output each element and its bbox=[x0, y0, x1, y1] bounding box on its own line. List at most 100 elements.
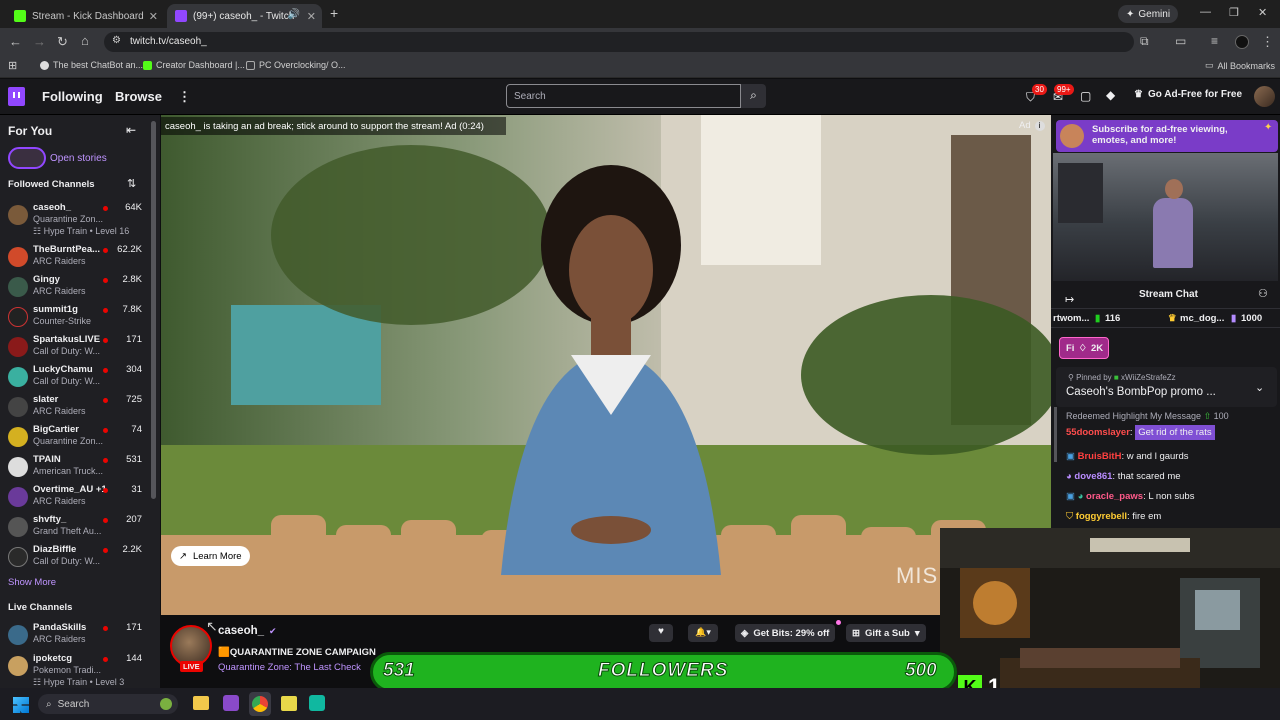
get-bits-button[interactable]: ◈ Get Bits: 29% off bbox=[735, 624, 836, 642]
chat-message: ◕ dove861: that scared me bbox=[1066, 471, 1181, 482]
twitch-logo-icon[interactable] bbox=[8, 87, 25, 106]
minimize-button[interactable]: — bbox=[1200, 6, 1211, 18]
redeem-line: Redeemed Highlight My Message ⇧ 100 bbox=[1066, 411, 1229, 421]
chat-message: ⛉ foggyrebell: fire em bbox=[1066, 511, 1162, 522]
bell-notify-icon[interactable]: 🔔▾ bbox=[688, 624, 718, 642]
sidebar-channel[interactable]: LuckyChamu Call of Duty: W... 304 bbox=[0, 362, 150, 392]
sidebar-channel[interactable]: ipoketcg Pokemon Tradi... 144 ☷ Hype Tra… bbox=[0, 651, 150, 687]
forward-arrow-icon[interactable]: → bbox=[33, 34, 46, 49]
nav-browse[interactable]: Browse bbox=[115, 89, 162, 104]
nav-following[interactable]: Following bbox=[42, 89, 103, 104]
reload-icon[interactable]: ↻ bbox=[57, 34, 68, 50]
app-icon[interactable] bbox=[223, 695, 239, 711]
hype-pill[interactable]: Fi ♢ 2K bbox=[1059, 337, 1109, 359]
chrome-taskbar-button[interactable] bbox=[249, 692, 271, 716]
live-dot bbox=[103, 308, 108, 313]
channel-name[interactable]: caseoh_ bbox=[218, 625, 264, 637]
gemini-button[interactable]: ✦ Gemini bbox=[1118, 5, 1179, 23]
close-tab-icon[interactable]: ✕ bbox=[149, 10, 158, 23]
sidebar-channel[interactable]: DiazBiffle Call of Duty: W... 2.2K bbox=[0, 542, 150, 572]
sidebar-channel[interactable]: slater ARC Raiders 725 bbox=[0, 392, 150, 422]
new-tab-button[interactable]: + bbox=[330, 5, 338, 21]
all-bookmarks[interactable]: ▭ All Bookmarks bbox=[1205, 60, 1275, 71]
browser-tab-bar: Stream - Kick Dashboard ✕ (99+) caseoh_ … bbox=[0, 0, 1280, 28]
more-menu-icon[interactable]: ⋮ bbox=[1261, 34, 1274, 50]
taskbar-search[interactable]: ⌕ Search bbox=[38, 694, 178, 714]
sort-icon[interactable]: ⇅ bbox=[127, 177, 136, 190]
windows-start-icon[interactable] bbox=[13, 697, 29, 713]
community-icon[interactable]: ⚇ bbox=[1258, 287, 1268, 300]
bits-icon: ▮ bbox=[1095, 313, 1101, 324]
pinned-message[interactable]: ⚲ Pinned by ■ xWiiZeStrafeZz Caseoh's Bo… bbox=[1056, 367, 1277, 407]
extensions-icon[interactable]: ⧉ bbox=[1140, 34, 1149, 49]
bookmark-pc-overclocking[interactable]: PC Overclocking/ O... bbox=[246, 60, 346, 70]
live-channels-heading: Live Channels bbox=[8, 602, 73, 613]
chat-scrollbar[interactable] bbox=[1054, 407, 1057, 462]
collapse-chat-icon[interactable]: ↦ bbox=[1065, 293, 1074, 306]
sidebar-channel[interactable]: PandaSkills ARC Raiders 171 bbox=[0, 620, 150, 650]
sidebar-channel[interactable]: summit1g Counter-Strike 7.8K bbox=[0, 302, 150, 332]
search-input[interactable]: Search bbox=[506, 84, 741, 108]
tab-twitch-caseoh[interactable]: (99+) caseoh_ - Twitch 🔊 ✕ bbox=[167, 4, 322, 28]
app-icon[interactable] bbox=[309, 695, 325, 711]
sidebar-channel[interactable]: TPAIN American Truck... 531 bbox=[0, 452, 150, 482]
cast-icon[interactable]: ▭ bbox=[1175, 34, 1186, 48]
stories-avatars[interactable] bbox=[8, 147, 46, 169]
heart-follow-icon[interactable]: ♥ bbox=[649, 624, 673, 642]
chevron-down-icon: ▾ bbox=[914, 627, 920, 639]
open-stories-link[interactable]: Open stories bbox=[50, 153, 107, 164]
url-field[interactable]: ⚙ twitch.tv/caseoh_ bbox=[104, 32, 1134, 52]
close-tab-icon[interactable]: ✕ bbox=[307, 10, 316, 23]
gift-sub-button[interactable]: ⊞ Gift a Sub ▾ bbox=[846, 624, 926, 642]
avatar bbox=[8, 367, 28, 387]
sidebar-channel[interactable]: shvfty_ Grand Theft Au... 207 bbox=[0, 512, 150, 542]
avatar bbox=[8, 205, 28, 225]
chevron-down-icon[interactable]: ⌄ bbox=[1255, 381, 1264, 394]
info-icon[interactable]: i bbox=[1034, 120, 1045, 131]
show-more-link[interactable]: Show More bbox=[8, 577, 56, 588]
sidebar-scrollbar[interactable] bbox=[151, 121, 156, 499]
ad-free-button[interactable]: ♛ Go Ad-Free for Free bbox=[1134, 89, 1242, 100]
sidebar-channel[interactable]: Gingy ARC Raiders 2.8K bbox=[0, 272, 150, 302]
file-explorer-icon[interactable] bbox=[193, 696, 209, 710]
media-icon[interactable]: ≡ bbox=[1211, 34, 1218, 48]
apps-grid-icon[interactable]: ⊞ bbox=[8, 59, 17, 72]
bookmark-creator-dashboard[interactable]: Creator Dashboard |... bbox=[143, 60, 245, 70]
ad-watermark: MIS bbox=[896, 563, 939, 588]
whispers-icon[interactable]: ▢ bbox=[1080, 89, 1091, 103]
tab-kick-dashboard[interactable]: Stream - Kick Dashboard ✕ bbox=[6, 4, 164, 28]
sidebar-channel[interactable]: SpartakusLIVE Call of Duty: W... 171 bbox=[0, 332, 150, 362]
more-dots-icon[interactable]: ⋮ bbox=[178, 89, 191, 105]
site-info-icon[interactable]: ⚙ bbox=[112, 35, 121, 46]
learn-more-button[interactable]: ↗ Learn More bbox=[171, 546, 250, 566]
sidebar-channel[interactable]: BigCartier Quarantine Zon... 74 bbox=[0, 422, 150, 452]
bookmark-favicon-icon bbox=[40, 60, 49, 70]
sticky-notes-icon[interactable] bbox=[281, 696, 297, 711]
gift-icon: ⊞ bbox=[852, 627, 860, 639]
close-window-button[interactable]: ✕ bbox=[1258, 6, 1267, 19]
video-player[interactable]: caseoh_ is taking an ad break; stick aro… bbox=[161, 115, 1051, 615]
ad-video-frame bbox=[161, 115, 1051, 615]
user-avatar[interactable] bbox=[1254, 86, 1275, 107]
search-button[interactable]: ⌕ bbox=[741, 84, 766, 108]
ad-break-notice: caseoh_ is taking an ad break; stick aro… bbox=[161, 117, 506, 135]
followers-current: 531 bbox=[383, 660, 416, 682]
home-icon[interactable]: ⌂ bbox=[81, 33, 89, 48]
live-badge: LIVE bbox=[180, 661, 203, 672]
speaker-icon[interactable]: 🔊 bbox=[288, 9, 300, 20]
avatar bbox=[8, 656, 28, 676]
subscribe-banner[interactable]: Subscribe for ad-free viewing, emotes, a… bbox=[1056, 120, 1278, 152]
bookmark-chatbot[interactable]: The best ChatBot an... bbox=[40, 60, 143, 70]
mini-player[interactable] bbox=[1053, 153, 1278, 281]
sidebar-channel[interactable]: Overtime_AU +1 ARC Raiders 31 bbox=[0, 482, 150, 512]
profile-avatar[interactable] bbox=[1235, 35, 1249, 49]
sidebar-channel[interactable]: caseoh_ Quarantine Zon... 64K ☷ Hype Tra… bbox=[0, 200, 150, 236]
search-icon: ⌕ bbox=[750, 88, 757, 102]
back-arrow-icon[interactable]: ← bbox=[9, 34, 22, 49]
stream-category[interactable]: Quarantine Zone: The Last Check bbox=[218, 662, 361, 673]
collapse-sidebar-icon[interactable]: ⇤ bbox=[126, 123, 136, 137]
bits-gem-icon[interactable]: ◆ bbox=[1106, 88, 1115, 102]
verified-icon: ✔ bbox=[269, 626, 277, 636]
restore-button[interactable]: ❐ bbox=[1229, 6, 1239, 19]
sidebar-channel[interactable]: TheBurntPea... ARC Raiders 62.2K bbox=[0, 242, 150, 272]
